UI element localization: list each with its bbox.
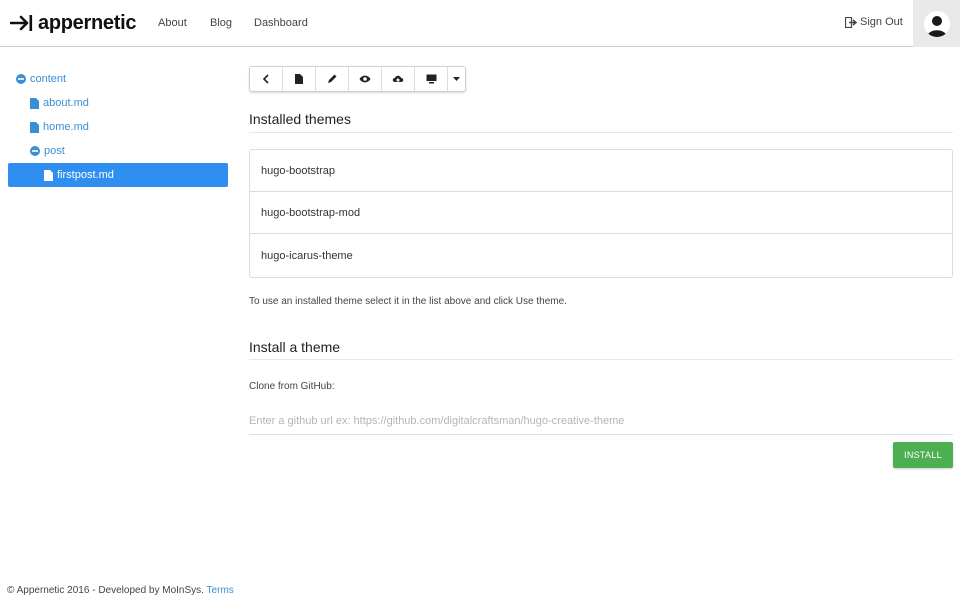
clone-from-github-label: Clone from GitHub: [249,381,335,392]
tree-folder-label: post [44,145,65,157]
github-url-input[interactable] [249,408,953,435]
installed-themes-help: To use an installed theme select it in t… [249,296,567,307]
eye-icon [359,75,371,83]
more-dropdown-button[interactable] [448,67,465,91]
back-icon [262,74,269,84]
nav-about-link[interactable]: About [158,17,187,29]
tree-file-label: about.md [43,97,89,109]
sign-out-label: Sign Out [860,16,903,28]
tree-folder-post[interactable]: post [30,140,65,162]
nav-dashboard-link[interactable]: Dashboard [254,17,308,29]
top-navbar: appernetic About Blog Dashboard Sign Out [0,0,960,47]
tree-file-home[interactable]: home.md [30,116,89,138]
minus-circle-icon [30,146,40,156]
tree-folder-content[interactable]: content [16,68,66,90]
file-icon [44,169,53,181]
cloud-upload-icon [392,75,404,84]
minus-circle-icon [16,74,26,84]
tree-folder-label: content [30,73,67,85]
tree-file-label: home.md [43,121,89,133]
tree-file-label: firstpost.md [57,169,114,181]
user-menu[interactable] [913,0,960,47]
file-icon [295,74,303,84]
preview-button[interactable] [349,67,382,91]
terms-link[interactable]: Terms [207,585,234,596]
footer: © Appernetic 2016 - Developed by MoInSys… [7,585,234,596]
pencil-icon [328,74,337,83]
theme-list-item[interactable]: hugo-bootstrap-mod [250,192,952,234]
editor-toolbar [249,66,466,92]
brand-arrow-icon [10,15,33,31]
tree-file-about[interactable]: about.md [30,92,89,114]
file-icon [30,121,39,133]
monitor-icon [426,74,436,84]
nav-blog-link[interactable]: Blog [210,17,232,29]
new-file-button[interactable] [283,67,316,91]
file-icon [30,97,39,109]
edit-button[interactable] [316,67,349,91]
brand-logo[interactable]: appernetic [10,10,136,36]
footer-text: © Appernetic 2016 - Developed by MoInSys… [7,585,204,596]
brand-name: appernetic [38,11,137,34]
publish-button[interactable] [382,67,415,91]
theme-button[interactable] [415,67,448,91]
tree-file-firstpost-selected[interactable]: firstpost.md [8,163,228,187]
sign-out-icon [845,16,858,28]
theme-list-item[interactable]: hugo-bootstrap [250,150,952,192]
sign-out-link[interactable]: Sign Out [845,16,903,28]
theme-list-item[interactable]: hugo-icarus-theme [250,235,952,277]
divider [249,359,953,360]
installed-themes-heading: Installed themes [249,111,351,127]
avatar [923,10,950,37]
installed-themes-list: hugo-bootstrap hugo-bootstrap-mod hugo-i… [249,149,953,278]
install-button[interactable]: INSTALL [893,442,953,468]
install-theme-heading: Install a theme [249,339,341,355]
caret-down-icon [453,77,460,81]
back-button[interactable] [250,67,283,91]
divider [249,132,953,133]
